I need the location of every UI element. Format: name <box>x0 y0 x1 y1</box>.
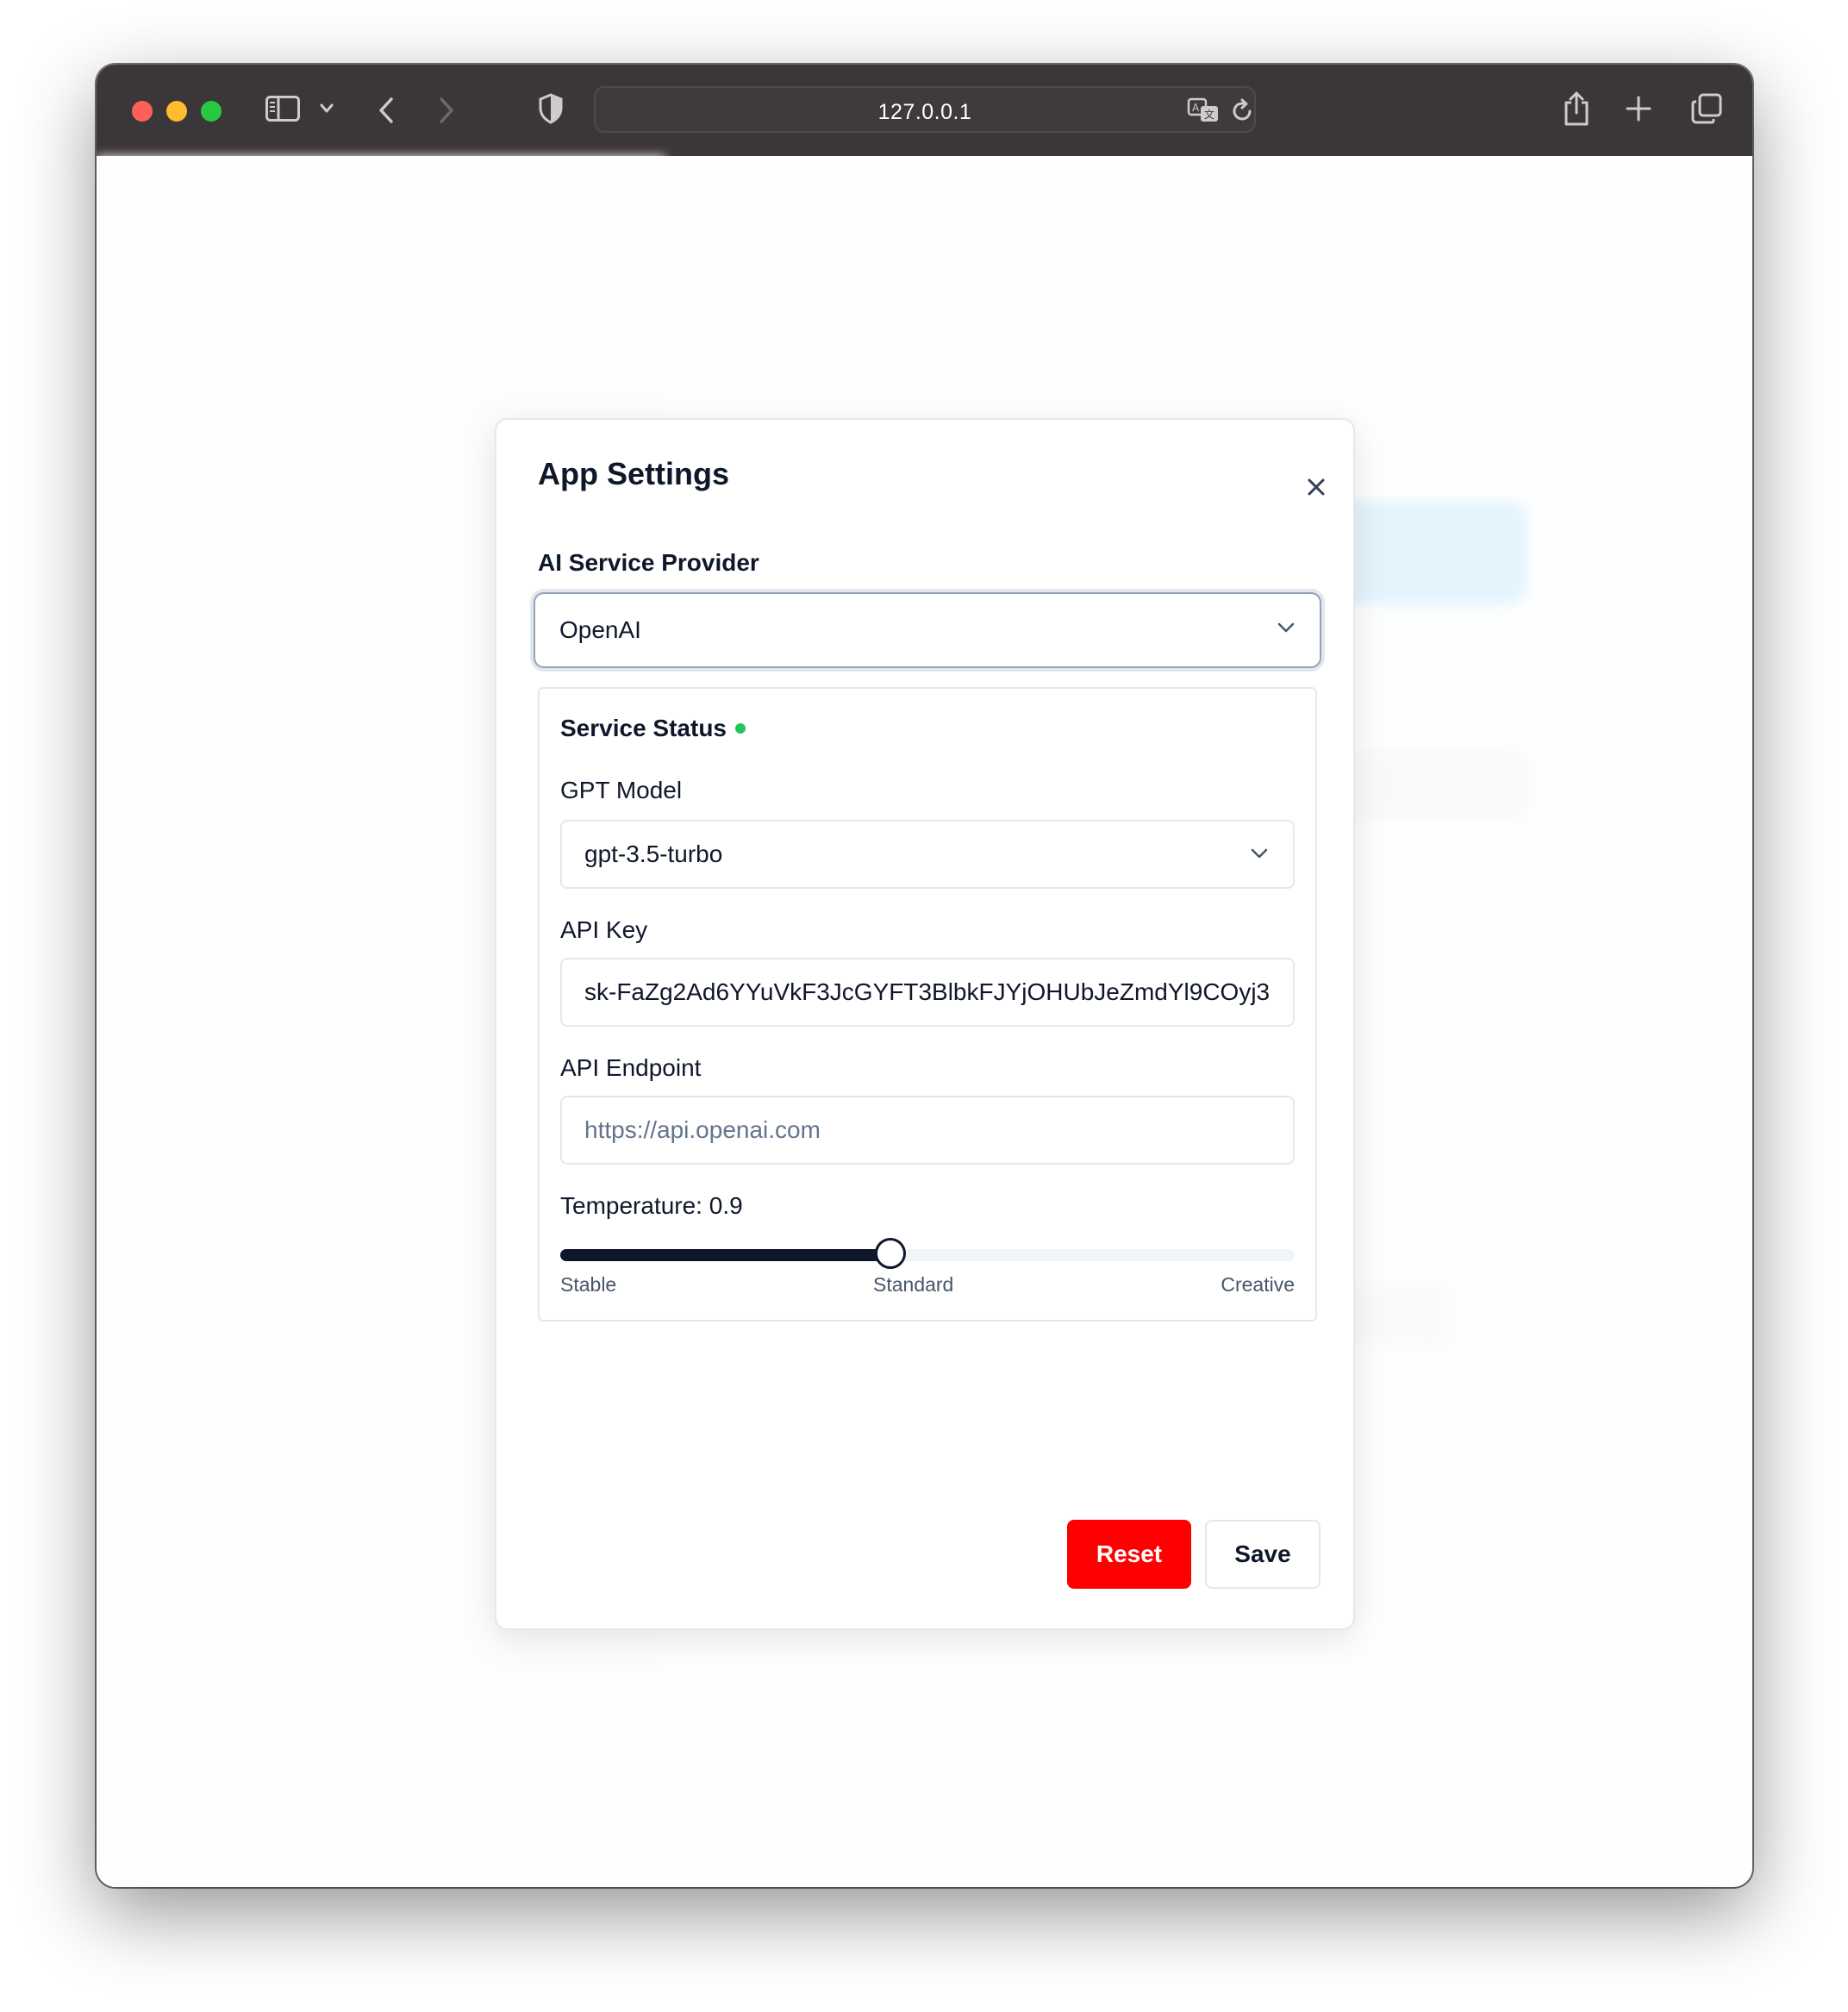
provider-select[interactable]: OpenAI <box>534 592 1321 668</box>
chevron-down-icon <box>1277 622 1295 638</box>
chevron-down-icon[interactable] <box>319 103 334 115</box>
api-key-value: sk-FaZg2Ad6YYuVkF3JcGYFT3BlbkFJYjOHUbJeZ… <box>584 978 1270 1005</box>
dialog-title: App Settings <box>538 456 729 491</box>
url-text: 127.0.0.1 <box>877 100 972 124</box>
slider-thumb[interactable] <box>875 1238 907 1269</box>
model-value: gpt-3.5-turbo <box>584 840 723 867</box>
model-label: GPT Model <box>560 777 683 803</box>
close-icon[interactable] <box>1302 473 1330 501</box>
close-window-button[interactable] <box>132 101 153 122</box>
endpoint-label: API Endpoint <box>560 1054 702 1081</box>
provider-label: AI Service Provider <box>538 549 759 576</box>
endpoint-input[interactable]: https://api.openai.com <box>560 1096 1295 1165</box>
address-bar[interactable]: 127.0.0.1 A文 <box>594 86 1256 133</box>
browser-window: 127.0.0.1 A文 App Settings AI Service Pro… <box>97 65 1752 1887</box>
api-key-label: API Key <box>560 916 648 943</box>
tab-overview-icon[interactable] <box>1691 93 1722 124</box>
share-icon[interactable] <box>1562 91 1591 127</box>
sidebar-toggle-icon[interactable] <box>265 96 300 122</box>
browser-toolbar: 127.0.0.1 A文 <box>97 65 1752 156</box>
temperature-label: Temperature: 0.9 <box>560 1192 743 1219</box>
service-status-heading: Service Status <box>560 715 746 742</box>
reset-button[interactable]: Reset <box>1067 1520 1191 1589</box>
back-icon[interactable] <box>376 96 396 125</box>
api-key-input[interactable]: sk-FaZg2Ad6YYuVkF3JcGYFT3BlbkFJYjOHUbJeZ… <box>560 958 1295 1027</box>
tick-stable: Stable <box>560 1273 617 1296</box>
status-indicator <box>735 722 746 734</box>
reload-icon[interactable] <box>1230 98 1254 124</box>
zoom-window-button[interactable] <box>201 101 222 122</box>
temperature-slider[interactable] <box>560 1238 1295 1269</box>
minimize-window-button[interactable] <box>166 101 187 122</box>
save-button[interactable]: Save <box>1205 1520 1320 1589</box>
translate-icon[interactable]: A文 <box>1187 97 1220 123</box>
svg-text:文: 文 <box>1204 108 1214 121</box>
new-tab-icon[interactable] <box>1626 96 1651 122</box>
svg-text:A: A <box>1192 102 1200 114</box>
tick-standard: Standard <box>873 1273 954 1296</box>
model-select[interactable]: gpt-3.5-turbo <box>560 820 1295 889</box>
endpoint-placeholder: https://api.openai.com <box>584 1116 821 1143</box>
slider-fill <box>560 1249 891 1261</box>
chevron-down-icon <box>1250 847 1269 864</box>
tick-creative: Creative <box>1221 1273 1295 1296</box>
provider-value: OpenAI <box>559 616 641 643</box>
service-status-label: Service Status <box>560 715 727 741</box>
service-settings-card: Service Status GPT Model gpt-3.5-turbo A… <box>538 687 1317 1322</box>
settings-dialog: App Settings AI Service Provider OpenAI … <box>495 418 1355 1630</box>
shield-icon[interactable] <box>538 93 564 124</box>
forward-icon[interactable] <box>436 96 457 125</box>
